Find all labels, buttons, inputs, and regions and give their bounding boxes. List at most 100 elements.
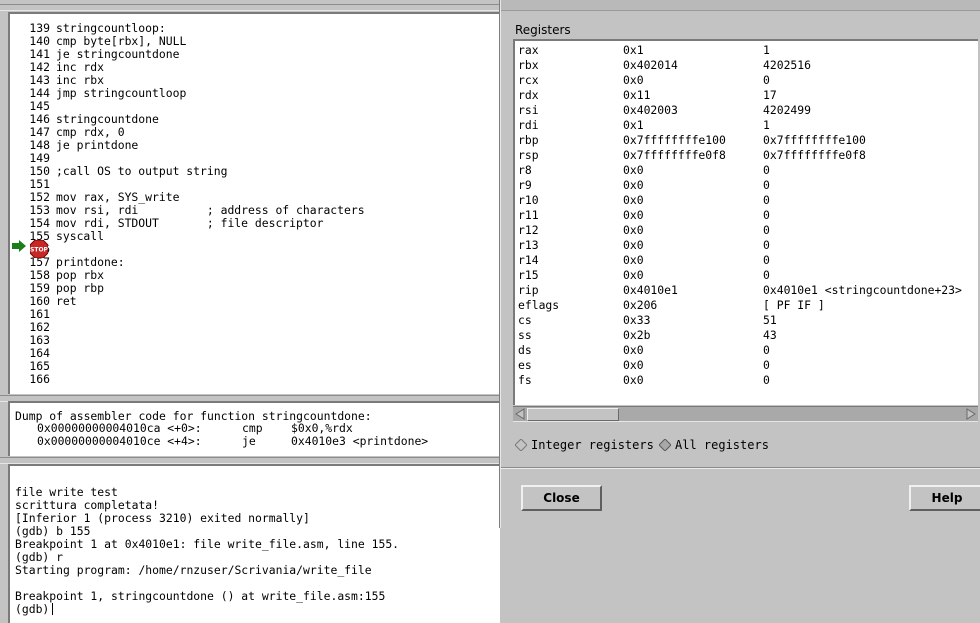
line-code: stringcountdone (56, 112, 159, 126)
register-natural-value: 0 (763, 268, 770, 282)
source-line[interactable]: 166 (24, 373, 365, 386)
register-natural-value: 0 (763, 193, 770, 207)
register-name: rsi (518, 103, 539, 117)
console-line: Breakpoint 1, stringcountdone () at writ… (15, 589, 386, 603)
help-button[interactable]: Help (909, 485, 980, 511)
register-hex-value: 0x11 (623, 88, 651, 102)
register-hex-value: 0x2b (623, 328, 651, 342)
register-natural-value: [ PF IF ] (763, 298, 825, 312)
asm-address: 0x00000000004010ce <+4>: (37, 434, 202, 448)
register-natural-value: 0 (763, 223, 770, 237)
register-natural-value: 0 (763, 358, 770, 372)
line-code: mov rsi, rdi ; address of characters (56, 203, 365, 217)
register-natural-value: 1 (763, 43, 770, 57)
register-name: ss (518, 328, 532, 342)
radio-diamond-icon[interactable] (515, 439, 527, 451)
radio-diamond-icon[interactable] (659, 439, 671, 451)
register-name: eflags (518, 298, 560, 312)
radio-all-registers[interactable]: All registers (659, 437, 779, 453)
register-hex-value: 0x0 (623, 253, 644, 267)
execution-arrow-icon (12, 240, 26, 252)
console-prompt-line[interactable]: (gdb) (15, 603, 399, 616)
register-name: rbp (518, 133, 539, 147)
register-name: ds (518, 343, 532, 357)
scroll-right-arrow-icon[interactable] (965, 408, 977, 420)
line-code: je stringcountdone (56, 47, 180, 61)
source-line[interactable]: 160 ret (24, 295, 365, 308)
register-hex-value: 0x0 (623, 358, 644, 372)
register-hex-value: 0x1 (623, 43, 644, 57)
register-name: rbx (518, 58, 539, 72)
registers-list[interactable]: rax 0x1 1 rbx 0x402014 4202516 rcx 0x0 0 rdx 0x11 1… (513, 39, 978, 405)
line-code: cmp byte[rbx], NULL (56, 34, 187, 48)
line-code: ret (56, 294, 77, 308)
scroll-left-arrow-icon[interactable] (514, 408, 526, 420)
console-line: Starting program: /home/rnzuser/Scrivani… (15, 563, 372, 577)
register-natural-value: 43 (763, 328, 777, 342)
register-name: rip (518, 283, 539, 297)
register-hex-value: 0x1 (623, 118, 644, 132)
line-number: 166 (29, 372, 50, 386)
register-hex-value: 0x0 (623, 178, 644, 192)
pane-sash-top[interactable] (0, 4, 500, 11)
register-name: r13 (518, 238, 539, 252)
dialog-titlebar[interactable] (501, 0, 980, 11)
register-name: fs (518, 373, 532, 387)
register-name: es (518, 358, 532, 372)
register-hex-value: 0x0 (623, 163, 644, 177)
register-name: rdx (518, 88, 539, 102)
close-button[interactable]: Close (521, 485, 602, 511)
register-name: cs (518, 313, 532, 327)
register-natural-value: 0 (763, 73, 770, 87)
line-code: jmp stringcountloop (56, 86, 187, 100)
source-line[interactable]: 161 (24, 308, 365, 321)
register-hex-value: 0x402014 (623, 58, 678, 72)
source-line[interactable]: 164 (24, 347, 365, 360)
assembler-pane[interactable]: Dump of assembler code for function stri… (8, 401, 500, 456)
register-hex-value: 0x0 (623, 193, 644, 207)
line-code: syscall (56, 229, 105, 243)
source-line[interactable]: 148 je printdone (24, 139, 365, 152)
register-natural-value: 0 (763, 373, 770, 387)
register-natural-value: 0x7ffffffffe100 (763, 133, 866, 147)
svg-text:STOP: STOP (30, 247, 48, 254)
register-natural-value: 0 (763, 253, 770, 267)
ddd-main-window: 139 stringcountloop: 140 cmp byte[rbx], NUL… (0, 0, 980, 623)
radio-integer-registers[interactable]: Integer registers (515, 437, 655, 453)
gdb-console[interactable]: file write test scrittura completata! [Inf… (8, 464, 500, 623)
breakpoint-stop-icon[interactable]: STOP (30, 240, 48, 258)
line-code: printdone: (56, 255, 125, 269)
dialog-separator (501, 467, 980, 469)
register-natural-value: 0 (763, 163, 770, 177)
source-line[interactable]: 165 (24, 360, 365, 373)
register-name: r14 (518, 253, 539, 267)
scrollbar-thumb[interactable] (527, 408, 619, 421)
source-line[interactable]: 155 syscall (24, 230, 365, 243)
register-hex-value: 0x7ffffffffe0f8 (623, 148, 726, 162)
register-natural-value: 0x4010e1 <stringcountdone+23> (763, 283, 962, 297)
line-code: cmp rdx, 0 (56, 125, 125, 139)
source-line[interactable]: 150 ;call OS to output string (24, 165, 365, 178)
console-output: file write test scrittura completata! [Inf… (15, 486, 399, 616)
asm-opcode: je (242, 434, 256, 448)
line-code: mov rdi, STDOUT ; file descriptor (56, 216, 324, 230)
line-code: mov rax, SYS_write (56, 190, 180, 204)
register-natural-value: 0 (763, 343, 770, 357)
source-line[interactable]: 162 (24, 321, 365, 334)
register-hex-value: 0x0 (623, 343, 644, 357)
gdb-prompt: (gdb) (15, 602, 50, 616)
register-natural-value: 0 (763, 238, 770, 252)
register-natural-value: 17 (763, 88, 777, 102)
register-natural-value: 4202516 (763, 58, 812, 72)
asm-operands: 0x4010e3 <printdone> (291, 434, 429, 448)
source-line[interactable]: 163 (24, 334, 365, 347)
register-natural-value: 0x7ffffffffe0f8 (763, 148, 866, 162)
source-line[interactable]: 144 jmp stringcountloop (24, 87, 365, 100)
source-pane[interactable]: 139 stringcountloop: 140 cmp byte[rbx], NUL… (8, 12, 500, 394)
register-hex-value: 0x0 (623, 223, 644, 237)
source-code-lines: 139 stringcountloop: 140 cmp byte[rbx], NUL… (24, 22, 365, 386)
register-natural-value: 4202499 (763, 103, 812, 117)
register-hex-value: 0x402003 (623, 103, 678, 117)
pane-sash-bottom[interactable] (0, 457, 500, 464)
horizontal-scrollbar[interactable] (513, 406, 978, 422)
